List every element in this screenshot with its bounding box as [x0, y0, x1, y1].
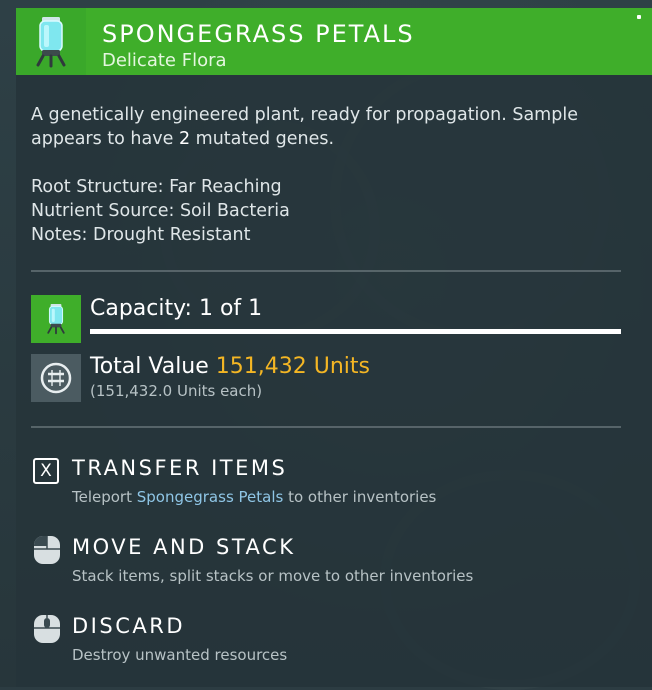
- total-value-amount: 151,432 Units: [215, 354, 371, 379]
- section-divider: [31, 270, 621, 272]
- units-currency-icon: [31, 354, 81, 402]
- section-divider: [31, 426, 621, 428]
- transfer-desc-text: Teleport: [72, 488, 137, 506]
- transfer-items-button[interactable]: X TRANSFER ITEMS Teleport Spongegrass Pe…: [31, 456, 631, 516]
- x-key-label: X: [33, 458, 59, 484]
- mouse-hold-icon: [31, 614, 63, 644]
- discard-description: Destroy unwanted resources: [72, 646, 288, 664]
- mutated-genes-count: 2: [178, 129, 191, 149]
- item-description: A genetically engineered plant, ready fo…: [31, 103, 621, 151]
- corner-indicator: [637, 15, 641, 19]
- total-value-label: Total Value: [90, 354, 209, 379]
- item-header: SPONGEGRASS PETALS Delicate Flora: [16, 8, 652, 75]
- property-nutrient-source: Nutrient Source: Soil Bacteria: [31, 201, 290, 221]
- move-and-stack-button[interactable]: MOVE AND STACK Stack items, split stacks…: [31, 535, 631, 595]
- discard-title: DISCARD: [72, 614, 185, 638]
- discard-button[interactable]: DISCARD Destroy unwanted resources: [31, 614, 631, 674]
- x-key-icon: X: [31, 456, 63, 486]
- capacity-label: Capacity: 1 of 1: [90, 296, 263, 321]
- move-and-stack-description: Stack items, split stacks or move to oth…: [72, 567, 474, 585]
- property-notes: Notes: Drought Resistant: [31, 225, 251, 245]
- item-name: SPONGEGRASS PETALS: [102, 20, 415, 48]
- transfer-desc-text-end: to other inventories: [283, 488, 437, 506]
- total-value: Total Value 151,432 Units: [90, 354, 370, 379]
- glass-capsule-plant-icon: [31, 295, 81, 343]
- description-text-end: mutated genes.: [190, 129, 335, 149]
- item-category: Delicate Flora: [102, 50, 227, 71]
- capacity-bar-fill: [90, 329, 621, 334]
- capacity-bar: [90, 329, 621, 334]
- transfer-item-name: Spongegrass Petals: [136, 488, 284, 506]
- mouse-left-click-icon: [31, 535, 63, 565]
- glass-capsule-plant-icon: [16, 8, 86, 75]
- item-properties: Root Structure: Far Reaching Nutrient So…: [31, 175, 290, 247]
- move-and-stack-title: MOVE AND STACK: [72, 535, 296, 559]
- unit-value-each: (151,432.0 Units each): [90, 382, 263, 400]
- transfer-items-description: Teleport Spongegrass Petals to other inv…: [72, 488, 436, 506]
- property-root-structure: Root Structure: Far Reaching: [31, 177, 282, 197]
- transfer-items-title: TRANSFER ITEMS: [72, 456, 288, 480]
